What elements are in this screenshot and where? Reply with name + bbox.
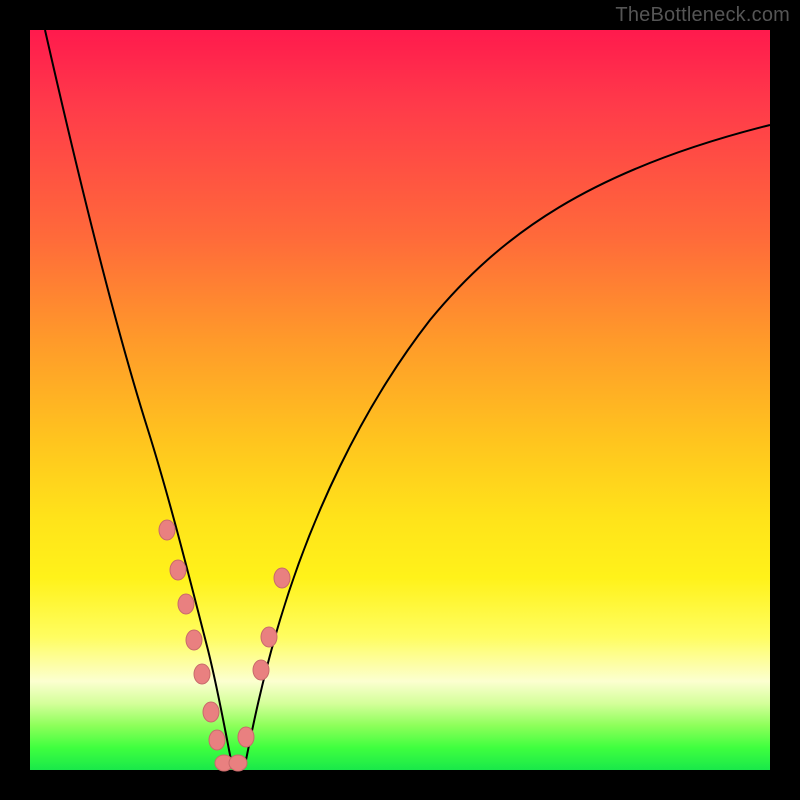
curve-marker <box>203 702 219 722</box>
curve-marker <box>170 560 186 580</box>
plot-area <box>30 30 770 770</box>
curve-marker <box>274 568 290 588</box>
marker-group <box>159 520 290 771</box>
curve-layer <box>30 30 770 770</box>
chart-frame: TheBottleneck.com <box>0 0 800 800</box>
curve-marker <box>186 630 202 650</box>
curve-marker <box>229 755 247 771</box>
curve-marker <box>253 660 269 680</box>
curve-marker <box>238 727 254 747</box>
curve-marker <box>209 730 225 750</box>
curve-marker <box>159 520 175 540</box>
curve-marker <box>178 594 194 614</box>
curve-marker <box>261 627 277 647</box>
bottleneck-curve <box>45 30 770 765</box>
curve-marker <box>194 664 210 684</box>
watermark-text: TheBottleneck.com <box>615 4 790 27</box>
